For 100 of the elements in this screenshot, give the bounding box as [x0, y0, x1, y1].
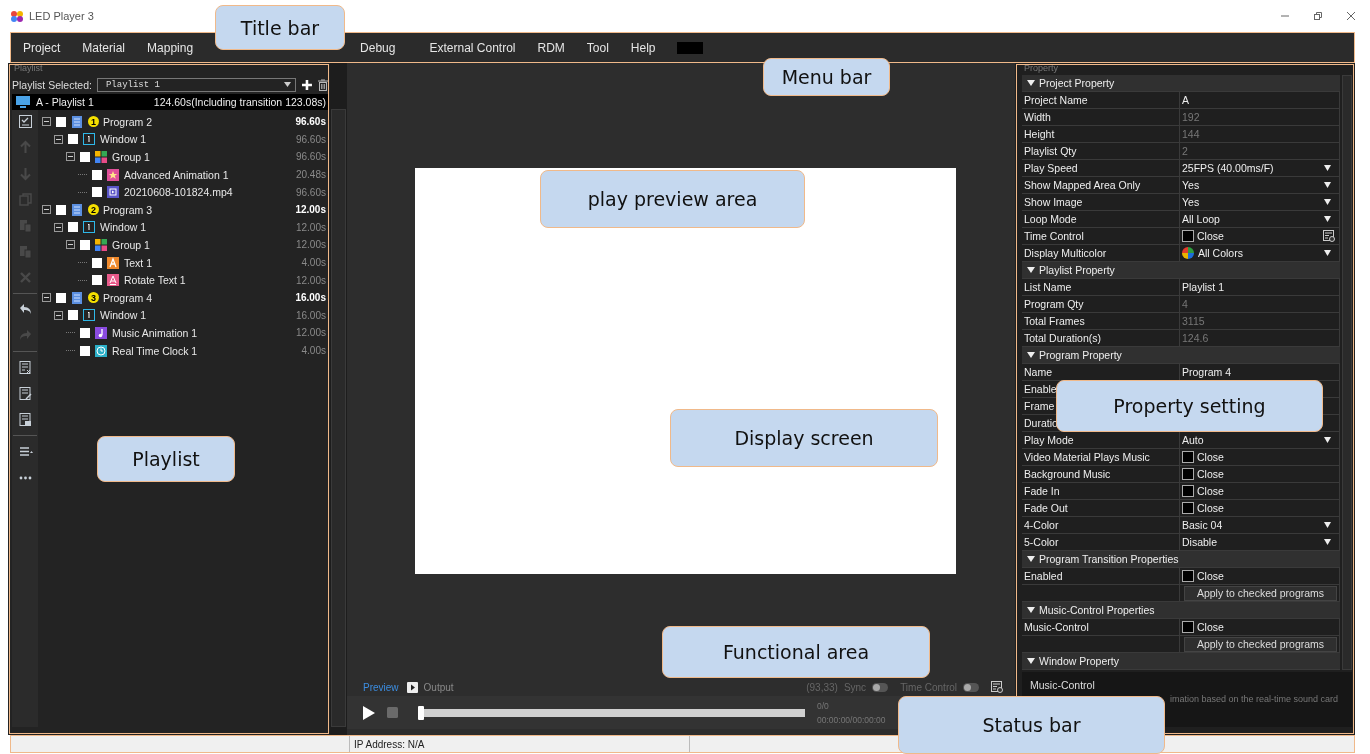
checkbox[interactable]	[80, 327, 90, 338]
film-list-icon[interactable]	[17, 360, 33, 375]
slider-thumb[interactable]	[418, 705, 424, 720]
scrollbar[interactable]	[1342, 75, 1352, 670]
checkbox[interactable]	[80, 345, 90, 356]
property-dropdown[interactable]: Disable	[1182, 536, 1339, 548]
checkbox[interactable]	[68, 222, 78, 233]
tab[interactable]: Output	[423, 681, 454, 693]
scrollbar[interactable]	[331, 109, 346, 727]
tree-item[interactable]: Group 1	[112, 238, 291, 251]
tree-item[interactable]: Program 4	[103, 291, 291, 304]
checkbox[interactable]	[56, 116, 66, 127]
menu-item[interactable]: Material	[71, 40, 137, 55]
section-header[interactable]: Window Property	[1022, 653, 1340, 670]
tree-item[interactable]: Music Animation 1	[112, 326, 291, 339]
delete-icon[interactable]	[318, 78, 328, 91]
tree-item[interactable]: Advanced Animation 1	[124, 168, 291, 181]
checkbox[interactable]	[92, 257, 102, 268]
property-dropdown[interactable]: Yes	[1182, 179, 1339, 191]
play-icon[interactable]	[363, 705, 375, 720]
checkbox[interactable]	[1182, 468, 1194, 480]
tree-item[interactable]: 20210608-101824.mp4	[124, 186, 291, 199]
collapse-icon[interactable]	[42, 117, 51, 127]
checkbox[interactable]	[56, 292, 66, 303]
checkbox[interactable]	[1182, 451, 1194, 463]
menu-item[interactable]: Project	[12, 40, 72, 55]
section-header[interactable]: Project Property	[1022, 75, 1340, 92]
section-header[interactable]: Program Transition Properties	[1022, 551, 1340, 568]
toggle-switch[interactable]	[963, 682, 979, 692]
list-icon[interactable]	[17, 444, 33, 459]
caret-icon	[284, 82, 292, 87]
playlist-dropdown[interactable]: Playlist 1	[96, 77, 297, 92]
property-value[interactable]: Playlist 1	[1180, 279, 1340, 296]
toggle-switch[interactable]	[872, 682, 889, 692]
menu-item[interactable]: Debug	[349, 40, 407, 55]
section-header[interactable]: Music-Control Properties	[1022, 602, 1340, 619]
dropdown-caret-icon[interactable]	[1324, 522, 1331, 528]
property-value[interactable]: A	[1180, 92, 1340, 109]
tree-item[interactable]: Text 1	[124, 256, 297, 269]
checkbox[interactable]	[80, 152, 90, 162]
checkbox[interactable]	[1182, 502, 1194, 514]
tree-item[interactable]: Window 1	[100, 133, 291, 146]
collapse-icon[interactable]	[66, 152, 75, 162]
collapse-icon[interactable]	[66, 240, 75, 250]
film-edit-icon[interactable]	[17, 386, 33, 401]
tree-item[interactable]: Program 2	[103, 115, 291, 128]
collapse-icon[interactable]	[54, 222, 63, 232]
dropdown-caret-icon[interactable]	[1324, 250, 1331, 256]
apply-button[interactable]: Apply to checked programs	[1184, 585, 1337, 601]
tree-item[interactable]: Real Time Clock 1	[112, 344, 297, 357]
checkbox[interactable]	[1182, 230, 1194, 242]
property-dropdown[interactable]: Basic 04	[1182, 519, 1339, 531]
dropdown-caret-icon[interactable]	[1324, 165, 1331, 171]
checkbox[interactable]	[1182, 621, 1194, 633]
collapse-icon[interactable]	[54, 310, 63, 320]
checkbox[interactable]	[92, 187, 102, 198]
property-dropdown[interactable]: 25FPS (40.00ms/F)	[1182, 162, 1339, 174]
close-icon[interactable]	[1346, 11, 1356, 21]
property-dropdown[interactable]: Auto	[1182, 434, 1339, 446]
dropdown-caret-icon[interactable]	[1324, 199, 1331, 205]
property-dropdown[interactable]: All Colors	[1182, 247, 1339, 259]
checkbox[interactable]	[1182, 485, 1194, 497]
dropdown-caret-icon[interactable]	[1324, 539, 1331, 545]
tree-item[interactable]: Window 1	[100, 221, 291, 234]
playlist-header[interactable]: A - Playlist 1 124.60s(Including transition 123.08s)	[12, 94, 328, 110]
section-header[interactable]: Playlist Property	[1022, 262, 1340, 279]
checkbox[interactable]	[92, 275, 102, 286]
schedule-icon[interactable]	[991, 681, 1003, 693]
menu-item[interactable]: Mapping	[136, 40, 205, 55]
tree-item[interactable]: Program 3	[103, 203, 291, 216]
tree-item[interactable]: Rotate Text 1	[124, 274, 291, 287]
collapse-icon[interactable]	[54, 134, 63, 144]
film-image-icon[interactable]	[17, 412, 33, 427]
checkbox-off-icon[interactable]	[17, 114, 33, 129]
section-header[interactable]: Program Property	[1022, 347, 1340, 364]
menu-item[interactable]: Help	[619, 40, 667, 55]
apply-button[interactable]: Apply to checked programs	[1184, 636, 1337, 652]
property-dropdown[interactable]: All Loop	[1182, 213, 1339, 225]
progress-track[interactable]	[418, 705, 805, 720]
tab[interactable]: Preview	[363, 681, 399, 693]
checkbox[interactable]	[68, 310, 78, 321]
collapse-icon[interactable]	[42, 293, 51, 303]
menu-item[interactable]: RDM	[526, 40, 576, 55]
checkbox[interactable]	[1182, 570, 1194, 582]
checkbox[interactable]	[68, 134, 78, 145]
checkbox[interactable]	[56, 204, 66, 215]
schedule-icon[interactable]	[1323, 230, 1335, 242]
property-dropdown[interactable]: Yes	[1182, 196, 1339, 208]
menu-item[interactable]: External Control	[418, 40, 527, 55]
tree-item[interactable]: Group 1	[112, 151, 291, 163]
dropdown-caret-icon[interactable]	[1324, 437, 1331, 443]
add-icon[interactable]	[301, 78, 314, 91]
collapse-icon[interactable]	[42, 205, 51, 215]
checkbox[interactable]	[92, 169, 102, 180]
tree-item[interactable]: Window 1	[100, 309, 291, 322]
menu-item[interactable]: Tool	[575, 40, 620, 55]
checkbox[interactable]	[80, 239, 90, 250]
restore-icon[interactable]	[1313, 11, 1323, 21]
dropdown-caret-icon[interactable]	[1324, 182, 1331, 188]
dropdown-caret-icon[interactable]	[1324, 216, 1331, 222]
